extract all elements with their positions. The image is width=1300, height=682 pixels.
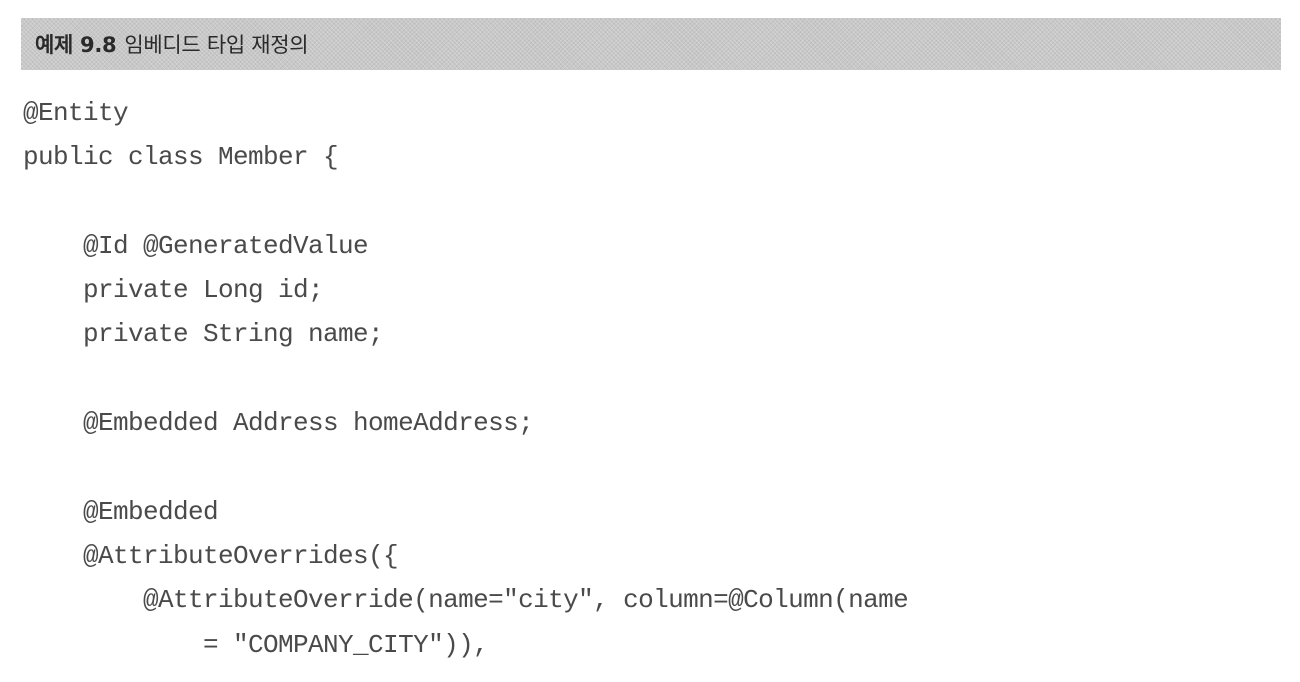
example-number: 예제 9.8 <box>35 33 117 57</box>
code-line: private Long id; <box>23 275 324 306</box>
code-line: private String name; <box>23 319 384 350</box>
code-line: @Embedded Address homeAddress; <box>23 408 534 439</box>
code-line: public class Member { <box>23 142 339 173</box>
example-caption: 예제 9.8 임베디드 타입 재정의 <box>35 29 309 59</box>
code-listing: @Entity public class Member { @Id @Gener… <box>23 91 909 667</box>
example-title: 임베디드 타입 재정의 <box>124 33 309 57</box>
example-caption-bar: 예제 9.8 임베디드 타입 재정의 <box>21 18 1281 70</box>
code-line: @Embedded <box>23 496 219 527</box>
code-line: = "COMPANY_CITY")), <box>23 629 489 660</box>
code-line: @AttributeOverride(name="city", column=@… <box>23 585 909 616</box>
code-line: @Entity <box>23 98 129 128</box>
code-line: @Id @GeneratedValue <box>23 230 369 261</box>
code-line: @AttributeOverrides({ <box>23 540 399 571</box>
